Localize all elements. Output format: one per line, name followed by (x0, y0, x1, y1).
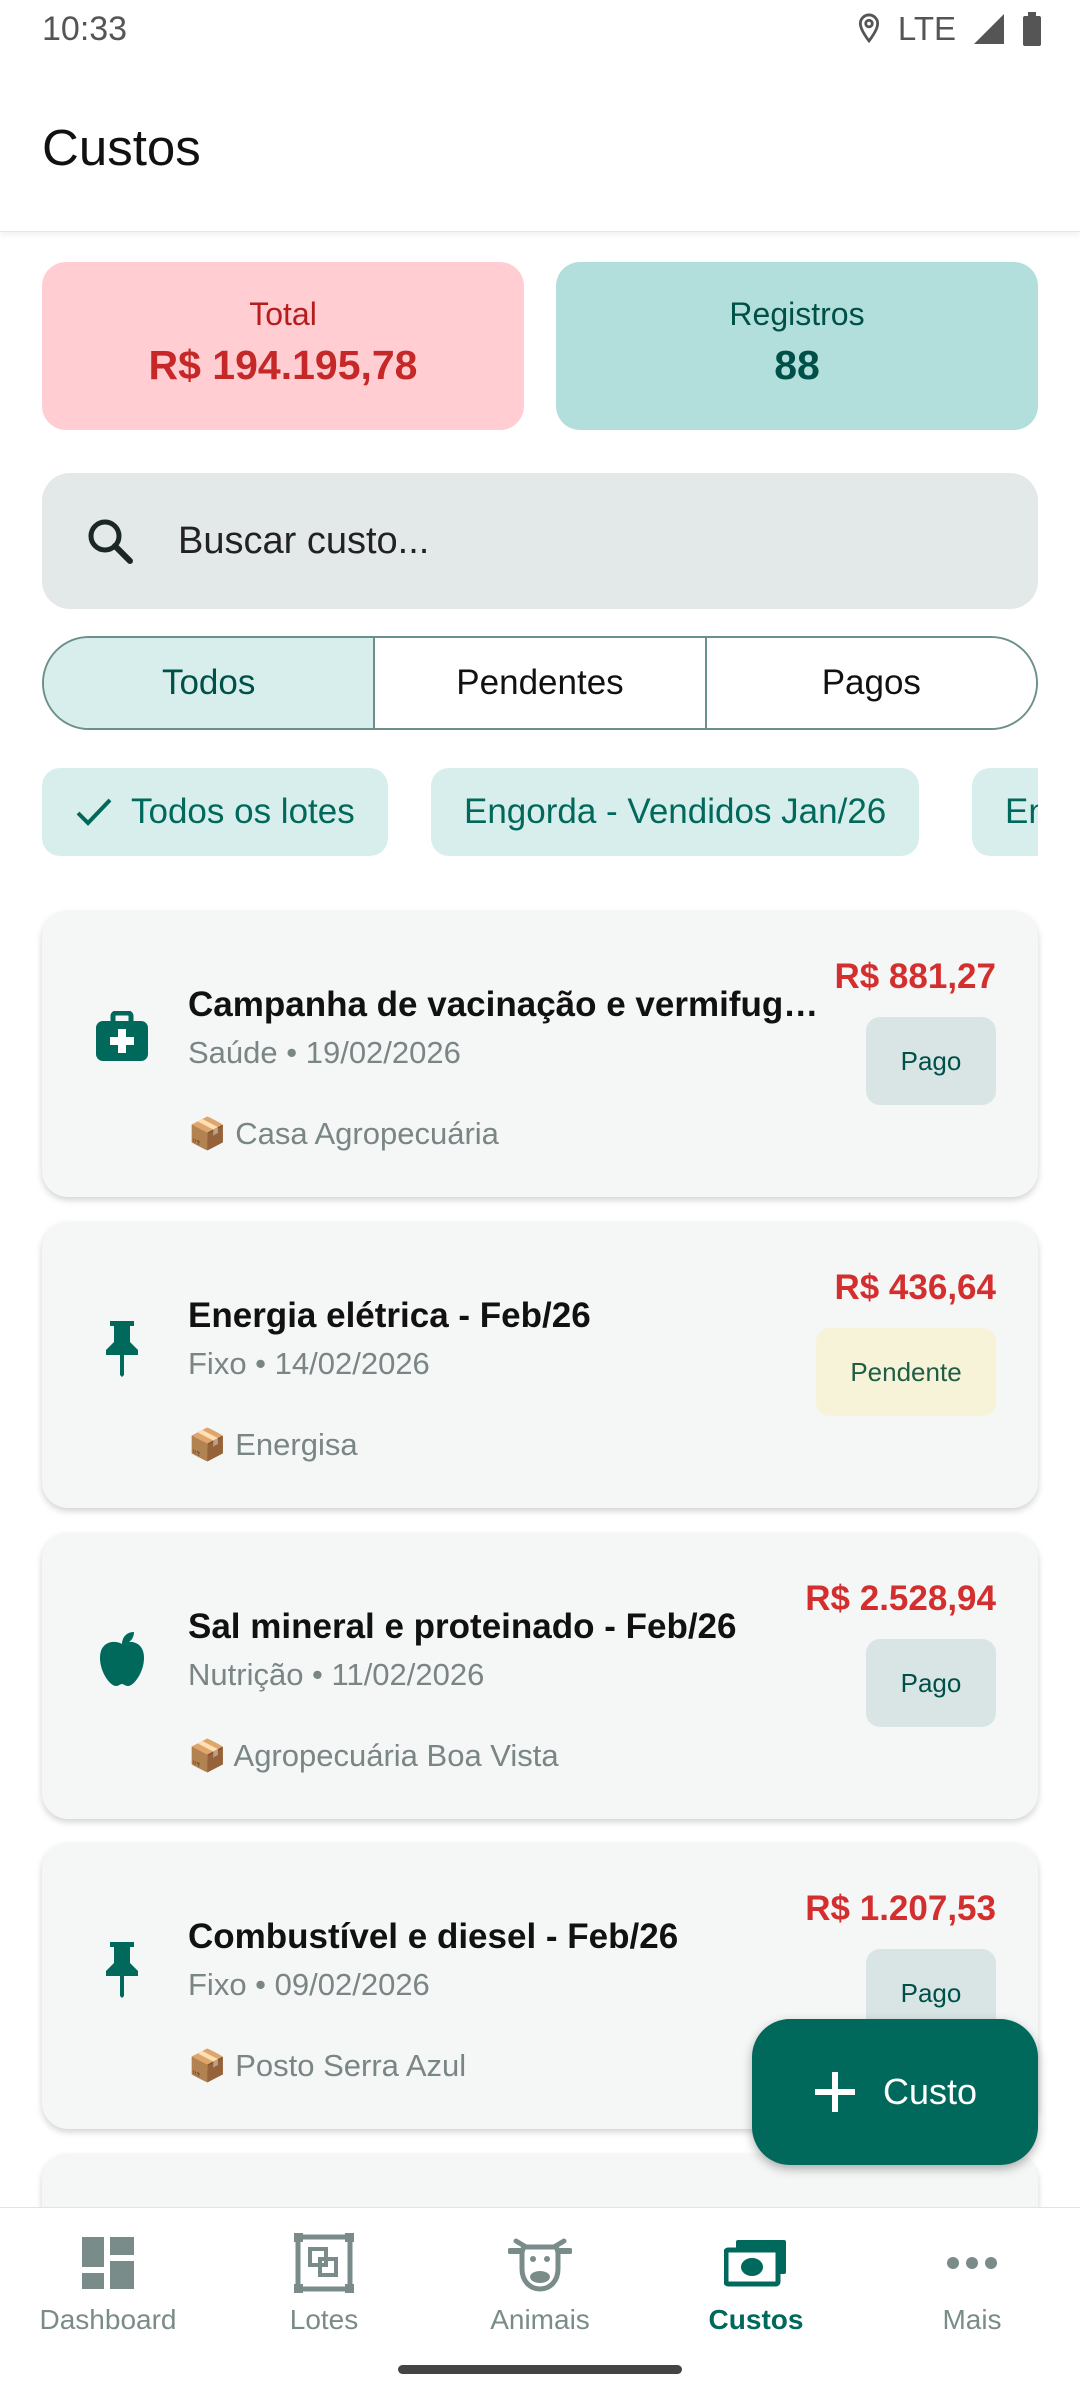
tab-todos[interactable]: Todos (44, 638, 376, 728)
search-box[interactable] (42, 473, 1038, 609)
status-badge: Pendente (816, 1328, 996, 1416)
cost-meta: Fixo • 14/02/2026 (188, 1346, 430, 1381)
plus-icon (814, 2072, 855, 2112)
nav-label: Lotes (289, 2304, 359, 2335)
nav-label: Animais (490, 2304, 590, 2335)
records-label: Registros (729, 296, 865, 332)
cost-title: Combustível e diesel - Feb/26 (188, 1917, 679, 1956)
nav-lotes[interactable]: Lotes (216, 2228, 432, 2358)
cost-title: Sal mineral e proteinado - Feb/26 (188, 1607, 737, 1646)
total-label: Total (249, 296, 317, 332)
cost-title: Energia elétrica - Feb/26 (188, 1296, 591, 1335)
status-icons: LTE (856, 10, 1042, 48)
cost-supplier: 📦 Casa Agropecuária (188, 1115, 499, 1152)
app-header: Custos (0, 62, 1080, 232)
cost-card[interactable]: Sal mineral e proteinado - Feb/26 Nutriç… (42, 1533, 1038, 1819)
pin-icon (90, 1937, 154, 2001)
nav-label: Dashboard (39, 2304, 177, 2335)
search-input[interactable] (178, 503, 998, 579)
total-summary-card: Total R$ 194.195,78 (42, 262, 524, 430)
package-icon: 📦 (188, 1738, 227, 1773)
lot-filter-chips: Todos os lotes Engorda - Vendidos Jan/26… (42, 768, 1038, 860)
cost-amount: R$ 436,64 (834, 1268, 996, 1307)
page-title: Custos (42, 119, 201, 176)
nav-animais[interactable]: Animais (432, 2228, 648, 2358)
dashboard-icon (0, 2228, 216, 2298)
tab-pagos[interactable]: Pagos (706, 638, 1036, 728)
signal-icon (972, 12, 1006, 46)
total-value: R$ 194.195,78 (148, 342, 418, 388)
cost-supplier: 📦 Agropecuária Boa Vista (188, 1737, 559, 1774)
supplier-name: Energisa (235, 1427, 358, 1462)
package-icon: 📦 (188, 2048, 227, 2083)
status-badge: Pago (866, 1017, 996, 1105)
nav-custos[interactable]: Custos (648, 2228, 864, 2358)
package-icon: 📦 (188, 1116, 227, 1151)
nav-dashboard[interactable]: Dashboard (0, 2228, 216, 2358)
nav-label: Custos (708, 2304, 804, 2335)
supplier-name: Agropecuária Boa Vista (233, 1738, 559, 1773)
records-summary-card: Registros 88 (556, 262, 1038, 430)
more-icon (864, 2228, 1080, 2298)
supplier-name: Casa Agropecuária (235, 1116, 499, 1151)
cost-amount: R$ 1.207,53 (805, 1889, 996, 1928)
cost-amount: R$ 2.528,94 (805, 1579, 996, 1618)
lots-icon (216, 2228, 432, 2298)
cost-meta: Nutrição • 11/02/2026 (188, 1657, 485, 1692)
check-icon (76, 798, 112, 826)
chip-label: Engorda - Vendidos Jan/26 (464, 792, 887, 831)
chip-label: En (1005, 792, 1038, 831)
add-cost-label: Custo (882, 2071, 978, 2112)
cost-supplier: 📦 Energisa (188, 1426, 358, 1463)
pin-icon (90, 1316, 154, 1380)
chip-lot-partial[interactable]: En (972, 768, 1038, 856)
package-icon: 📦 (188, 1427, 227, 1462)
status-bar: 10:33 LTE (0, 0, 1080, 62)
records-value: 88 (774, 342, 820, 388)
search-icon (84, 515, 136, 572)
chip-all-lots[interactable]: Todos os lotes (42, 768, 388, 856)
chip-label: Todos os lotes (131, 792, 355, 831)
cow-icon (432, 2228, 648, 2298)
cost-title: Campanha de vacinação e vermifugação - F… (188, 985, 828, 1024)
add-cost-button[interactable]: Custo (752, 2019, 1038, 2165)
money-icon (648, 2228, 864, 2298)
status-time: 10:33 (42, 10, 128, 48)
apple-icon (90, 1627, 154, 1691)
cost-card[interactable]: Energia elétrica - Feb/26 Fixo • 14/02/2… (42, 1222, 1038, 1508)
medical-bag-icon (90, 1005, 154, 1069)
nav-label: Mais (942, 2304, 1002, 2335)
cost-amount: R$ 881,27 (834, 957, 996, 996)
status-filter-tabs: Todos Pendentes Pagos (42, 636, 1038, 730)
cost-meta: Saúde • 19/02/2026 (188, 1035, 461, 1070)
cost-supplier: 📦 Posto Serra Azul (188, 2047, 466, 2084)
cost-card[interactable]: Campanha de vacinação e vermifugação - F… (42, 911, 1038, 1197)
status-badge: Pago (866, 1639, 996, 1727)
nav-mais[interactable]: Mais (864, 2228, 1080, 2358)
supplier-name: Posto Serra Azul (235, 2048, 467, 2083)
cost-meta: Fixo • 09/02/2026 (188, 1967, 430, 2002)
location-icon (856, 12, 882, 46)
tab-pendentes[interactable]: Pendentes (375, 638, 707, 728)
battery-icon (1022, 12, 1042, 46)
chip-lot-engorda[interactable]: Engorda - Vendidos Jan/26 (431, 768, 920, 856)
home-indicator[interactable] (398, 2365, 682, 2374)
network-type: LTE (897, 10, 956, 47)
